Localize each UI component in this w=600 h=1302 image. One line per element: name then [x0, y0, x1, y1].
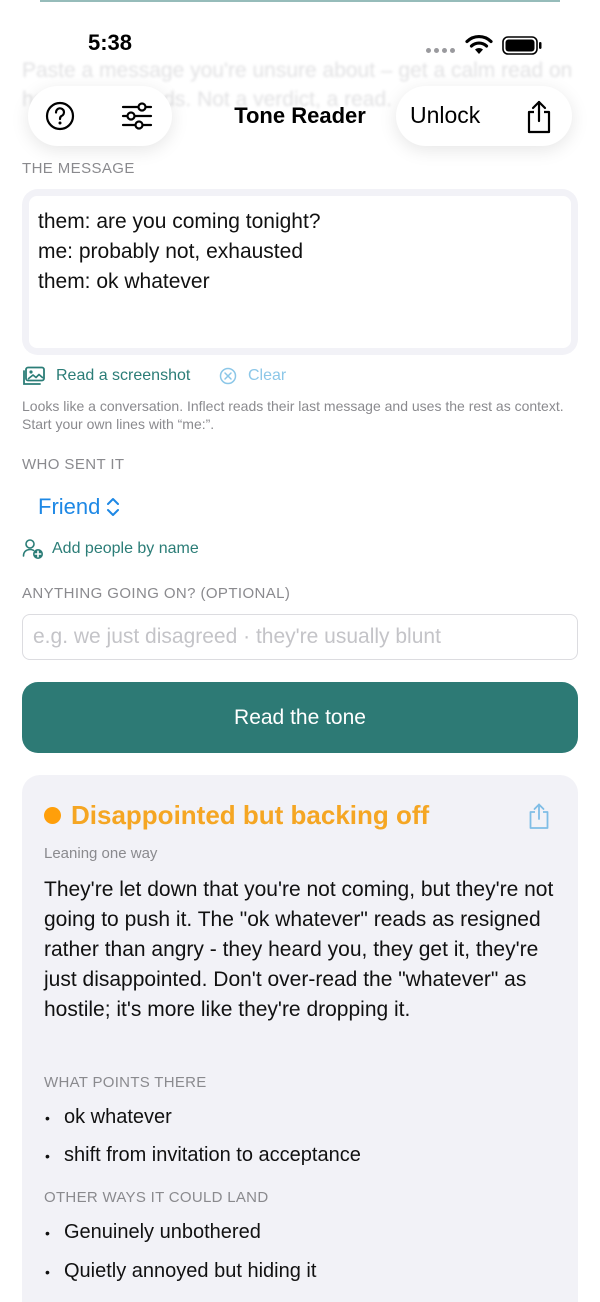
help-button[interactable] — [38, 94, 82, 138]
alternative-item: • Genuinely unbothered — [45, 1221, 261, 1243]
result-title-row: Disappointed but backing off — [44, 800, 429, 831]
read-screenshot-link[interactable]: Read a screenshot — [22, 364, 190, 388]
chevron-up-down-icon — [107, 498, 120, 516]
sliders-icon — [121, 102, 153, 130]
settings-button[interactable] — [115, 94, 159, 138]
share-icon — [529, 803, 549, 829]
context-input[interactable] — [22, 614, 578, 660]
evidence-item-text: shift from invitation to acceptance — [64, 1144, 361, 1166]
result-card: Disappointed but backing off Leaning one… — [22, 775, 578, 1302]
alternative-item-text: Quietly annoyed but hiding it — [64, 1260, 317, 1282]
message-box: them: are you coming tonight? me: probab… — [22, 189, 578, 355]
context-section-label: ANYTHING GOING ON? (OPTIONAL) — [22, 585, 291, 602]
sender-picker[interactable]: Friend — [38, 494, 120, 520]
evidence-item-text: ok whatever — [64, 1106, 172, 1128]
read-screenshot-label: Read a screenshot — [56, 367, 191, 384]
alternatives-label: OTHER WAYS IT COULD LAND — [44, 1189, 269, 1206]
add-people-label: Add people by name — [52, 540, 199, 557]
evidence-item: • shift from invitation to acceptance — [45, 1144, 361, 1166]
evidence-label: WHAT POINTS THERE — [44, 1074, 207, 1091]
clear-circle-icon — [219, 367, 237, 385]
sender-picker-value: Friend — [38, 494, 101, 519]
wifi-icon — [465, 34, 493, 54]
signal-icon — [426, 48, 455, 53]
question-circle-icon — [45, 101, 75, 131]
share-icon — [527, 100, 551, 134]
battery-icon — [502, 36, 542, 55]
sender-section-label: WHO SENT IT — [22, 456, 125, 473]
tone-dot-icon — [44, 807, 61, 824]
clear-button[interactable]: Clear — [219, 364, 286, 388]
confidence-label: Leaning one way — [44, 845, 158, 862]
person-add-icon — [22, 539, 43, 559]
alternative-item: • Quietly annoyed but hiding it — [45, 1260, 317, 1282]
evidence-item: • ok whatever — [45, 1106, 172, 1128]
add-people-link[interactable]: Add people by name — [22, 538, 199, 560]
read-tone-button[interactable]: Read the tone — [22, 682, 578, 753]
message-section-label: THE MESSAGE — [22, 160, 135, 177]
share-button[interactable] — [517, 95, 561, 139]
status-time: 5:38 — [88, 30, 133, 55]
unlock-button[interactable]: Unlock — [410, 102, 480, 129]
nav-left-group — [28, 86, 172, 146]
result-title: Disappointed but backing off — [71, 800, 430, 830]
photo-icon — [23, 366, 45, 385]
alternative-item-text: Genuinely unbothered — [64, 1221, 261, 1243]
message-textarea[interactable]: them: are you coming tonight? me: probab… — [29, 196, 571, 348]
clear-label: Clear — [248, 367, 287, 384]
conversation-hint: Looks like a conversation. Inflect reads… — [22, 398, 564, 432]
result-share-button[interactable] — [528, 803, 550, 835]
result-summary: They're let down that you're not coming,… — [44, 878, 554, 1021]
status-bar: 5:38 — [0, 0, 600, 80]
